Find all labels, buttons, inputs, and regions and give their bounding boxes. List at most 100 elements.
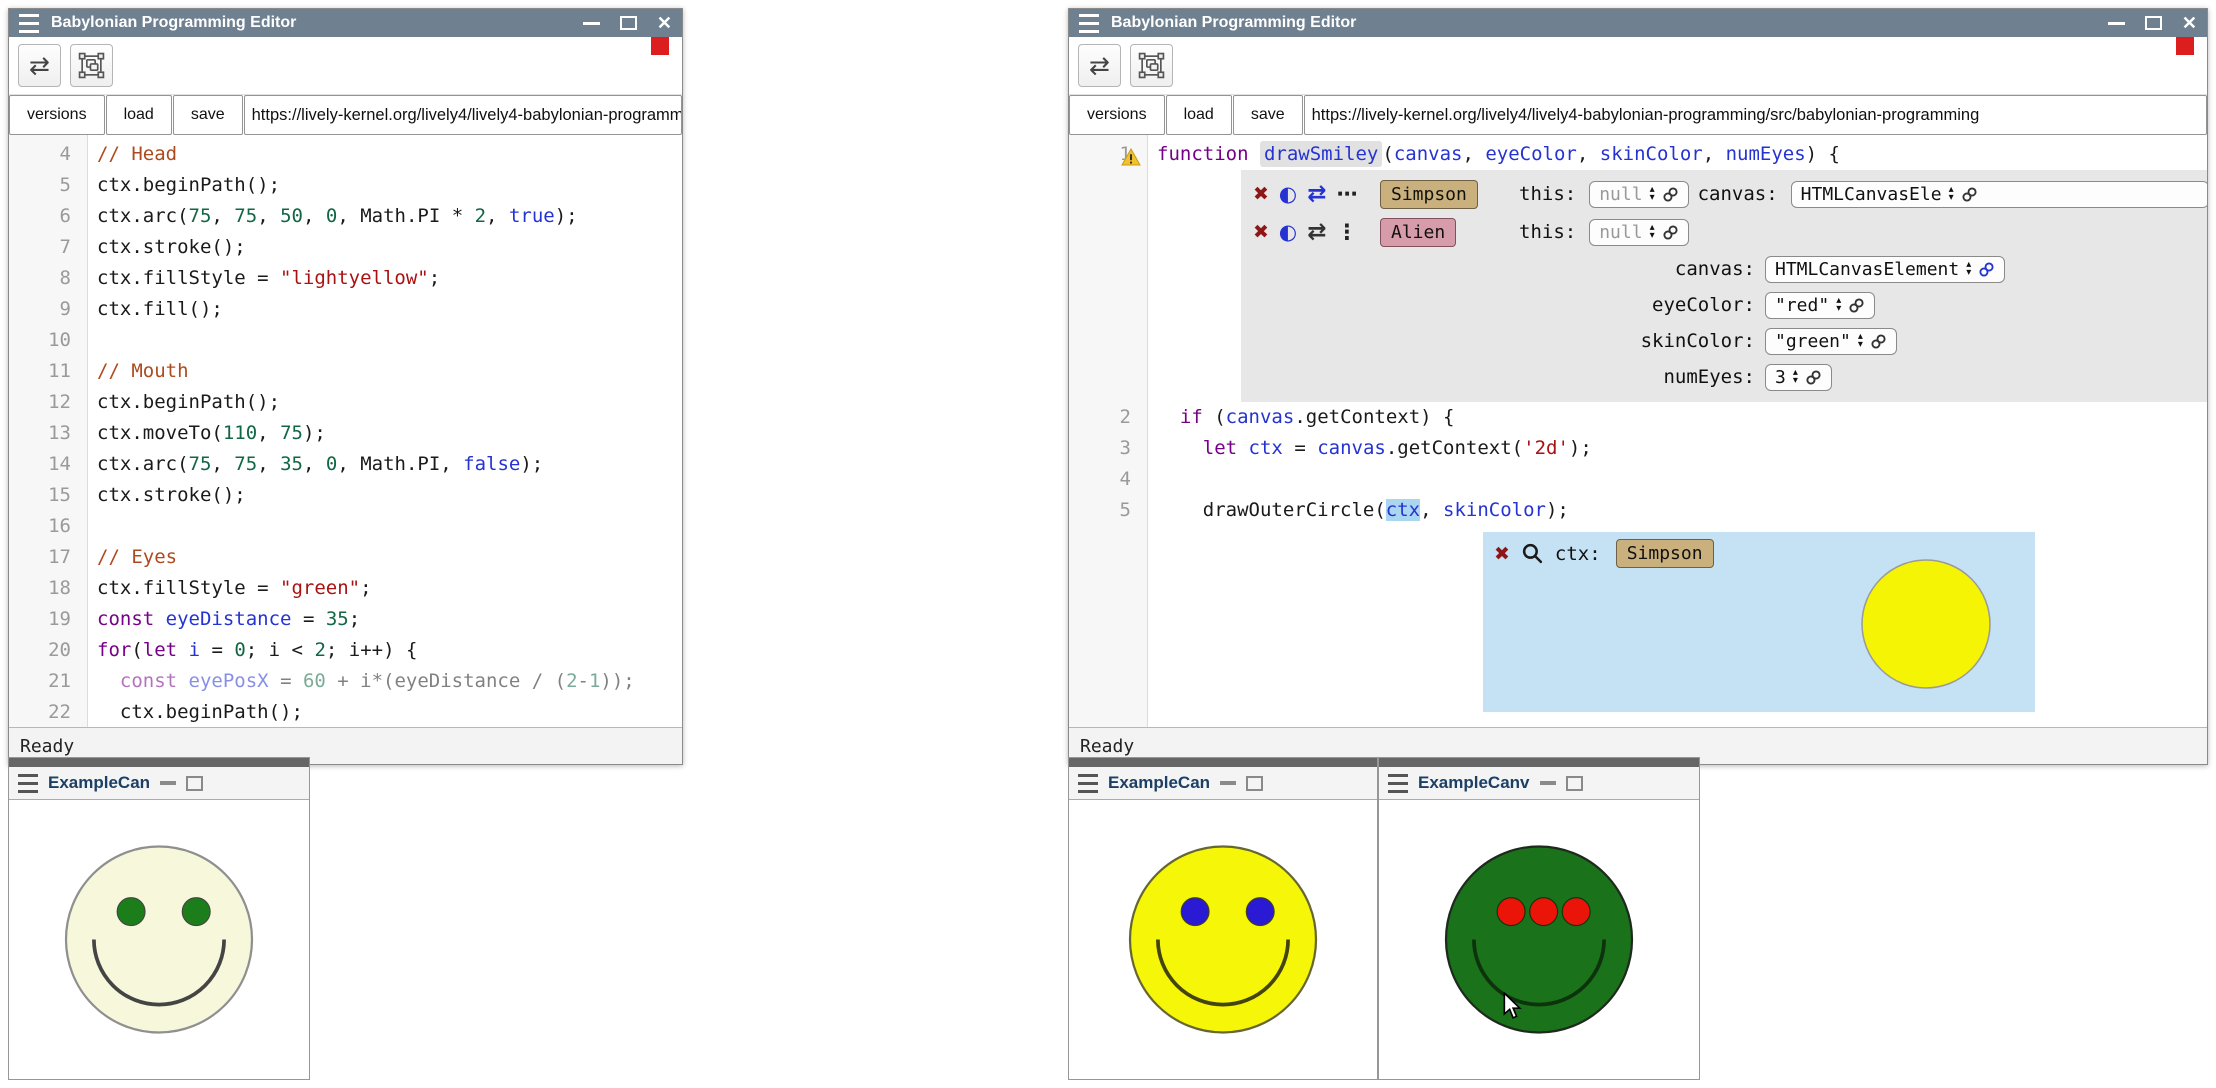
toggle-example-icon[interactable]: ◐ <box>1279 220 1297 244</box>
maximize-icon[interactable] <box>1246 776 1263 791</box>
unsaved-indicator <box>651 37 669 55</box>
value-field[interactable]: null▴▾ <box>1589 219 1688 246</box>
close-icon[interactable]: ✕ <box>657 14 672 32</box>
line-number: 13 <box>9 418 87 449</box>
titlebar[interactable]: Babylonian Programming Editor ✕ <box>1069 9 2207 37</box>
stepper-icon[interactable]: ▴▾ <box>1650 186 1655 202</box>
delete-example-icon[interactable]: ✖ <box>1253 183 1269 205</box>
select-frame-button[interactable] <box>70 44 113 87</box>
canvas-content <box>9 800 309 1079</box>
value-field[interactable]: HTMLCanvasElement▴▾ <box>1765 256 2005 283</box>
toggle-example-icon[interactable]: ◐ <box>1279 182 1297 206</box>
field-value: "red" <box>1775 295 1829 316</box>
minimize-icon[interactable] <box>2108 22 2125 25</box>
url-input[interactable]: https://lively-kernel.org/lively4/lively… <box>244 95 682 135</box>
link-icon[interactable] <box>1662 224 1679 241</box>
delete-example-icon[interactable]: ✖ <box>1253 221 1269 243</box>
code-text: ctx.fillStyle = "green"; <box>87 573 372 604</box>
probe-close-icon[interactable]: ✖ <box>1494 543 1510 565</box>
minimize-icon[interactable] <box>1540 781 1556 785</box>
load-button[interactable]: load <box>106 95 172 135</box>
stepper-icon[interactable]: ▴▾ <box>1858 333 1863 349</box>
example-name-badge[interactable]: Simpson <box>1380 180 1478 209</box>
value-field[interactable]: 3▴▾ <box>1765 364 1832 391</box>
maximize-icon[interactable] <box>2145 16 2162 30</box>
value-field[interactable]: null ▴▾ <box>1589 181 1688 208</box>
titlebar[interactable]: ExampleCan <box>9 767 309 800</box>
field-value: null <box>1599 184 1642 205</box>
link-icon[interactable] <box>1805 369 1822 386</box>
code-line: 5 drawOuterCircle(ctx, skinColor); <box>1069 495 2207 526</box>
code-text: ctx.stroke(); <box>87 480 246 511</box>
load-button[interactable]: load <box>1166 95 1232 135</box>
close-icon[interactable]: ✕ <box>2182 14 2197 32</box>
minimize-icon[interactable] <box>160 781 176 785</box>
example-canvas-window: ExampleCan <box>1068 757 1378 1080</box>
canvas-content <box>1379 800 1699 1079</box>
swap-arrows-button[interactable]: ⇄ <box>1078 44 1121 87</box>
maximize-icon[interactable] <box>620 16 637 30</box>
stepper-icon[interactable]: ▴▾ <box>1949 186 1954 202</box>
line-number: 6 <box>9 201 87 232</box>
link-icon[interactable] <box>1662 186 1679 203</box>
hamburger-menu-icon[interactable] <box>1078 774 1098 793</box>
hamburger-menu-icon[interactable] <box>18 774 38 793</box>
value-field[interactable]: HTMLCanvasEle▴▾ <box>1791 181 2207 208</box>
value-field[interactable]: "red" ▴▾ <box>1765 292 1875 319</box>
save-button[interactable]: save <box>1233 95 1303 135</box>
link-icon[interactable] <box>1978 261 1995 278</box>
titlebar[interactable]: ExampleCan <box>1069 767 1377 800</box>
field-label: skinColor: <box>1253 330 1765 352</box>
titlebar[interactable]: ExampleCanv <box>1379 767 1699 800</box>
hamburger-menu-icon[interactable] <box>1388 774 1408 793</box>
example-param-row: numEyes:3▴▾ <box>1253 359 2207 395</box>
example-badge-column: Alien <box>1380 218 1510 247</box>
stepper-icon[interactable]: ▴▾ <box>1793 369 1798 385</box>
line-number: 14 <box>9 449 87 480</box>
url-input[interactable]: https://lively-kernel.org/lively4/lively… <box>1304 95 2207 135</box>
link-icon[interactable] <box>1848 297 1865 314</box>
minimize-icon[interactable] <box>1220 781 1236 785</box>
link-icon[interactable] <box>1961 186 1978 203</box>
select-frame-icon <box>1138 52 1165 79</box>
menu-dots-horizontal-icon[interactable]: ⋯ <box>1337 182 1358 206</box>
stepper-icon[interactable]: ▴▾ <box>1650 224 1655 240</box>
hamburger-menu-icon[interactable] <box>1079 14 1099 33</box>
save-button[interactable]: save <box>173 95 243 135</box>
versions-button[interactable]: versions <box>9 95 105 135</box>
swap-icon[interactable]: ⇄ <box>1307 219 1326 245</box>
magnifier-icon[interactable] <box>1521 542 1544 565</box>
code-line: 18ctx.fillStyle = "green"; <box>9 573 682 604</box>
example-name-badge[interactable]: Alien <box>1380 218 1456 247</box>
hamburger-menu-icon[interactable] <box>19 14 39 33</box>
smiley-canvas <box>9 800 309 1079</box>
maximize-icon[interactable] <box>1566 776 1583 791</box>
value-field[interactable]: "green"▴▾ <box>1765 328 1897 355</box>
link-icon[interactable] <box>1870 333 1887 350</box>
maximize-icon[interactable] <box>186 776 203 791</box>
line-number: 11 <box>9 356 87 387</box>
stepper-icon[interactable]: ▴▾ <box>1966 261 1971 277</box>
titlebar[interactable]: Babylonian Programming Editor ✕ <box>9 9 682 37</box>
code-line: 22 ctx.beginPath(); <box>9 697 682 727</box>
stepper-icon[interactable]: ▴▾ <box>1836 297 1841 313</box>
line-number: 22 <box>9 697 87 727</box>
line-number: 16 <box>9 511 87 542</box>
probe-example-badge[interactable]: Simpson <box>1616 539 1714 568</box>
code-line: 20for(let i = 0; i < 2; i++) { <box>9 635 682 666</box>
code-editor[interactable]: 1function drawSmiley(canvas, eyeColor, s… <box>1069 135 2207 727</box>
window-title: Babylonian Programming Editor <box>51 14 296 32</box>
mouse-cursor <box>1501 992 1525 1022</box>
code-editor[interactable]: 4// Head5ctx.beginPath();6ctx.arc(75, 75… <box>9 135 682 727</box>
swap-arrows-button[interactable]: ⇄ <box>18 44 61 87</box>
versions-button[interactable]: versions <box>1069 95 1165 135</box>
select-frame-button[interactable] <box>1130 44 1173 87</box>
warning-icon <box>1121 148 1141 166</box>
swap-icon[interactable]: ⇄ <box>1307 181 1326 207</box>
field-label: this: <box>1519 221 1576 243</box>
menu-dots-vertical-icon[interactable]: ⋮ <box>1337 220 1358 244</box>
toolbar: ⇄ <box>9 37 682 94</box>
code-line: 15ctx.stroke(); <box>9 480 682 511</box>
minimize-icon[interactable] <box>583 22 600 25</box>
select-frame-icon <box>78 52 105 79</box>
